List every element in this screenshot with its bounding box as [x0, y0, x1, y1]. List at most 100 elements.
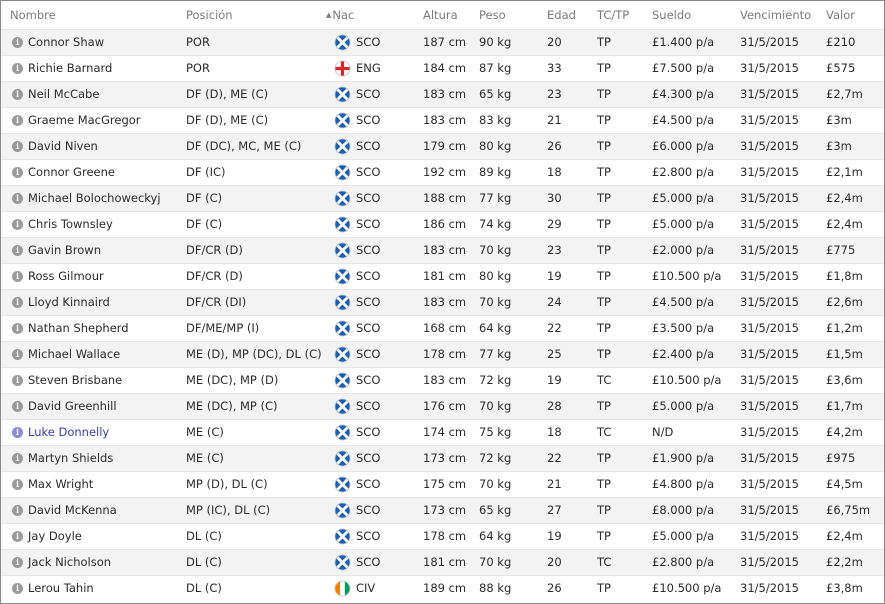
- table-row[interactable]: i Michael Wallace ME (D), MP (DC), DL (C) S…: [1, 341, 884, 367]
- column-header-sueldo[interactable]: Sueldo: [652, 1, 691, 29]
- table-row[interactable]: i Jay Doyle DL (C) SCO 178 cm 64 kg 19 TP £5.000…: [1, 523, 884, 549]
- player-age: 21: [547, 477, 562, 491]
- player-name[interactable]: Connor Shaw: [28, 30, 104, 55]
- info-icon[interactable]: i: [12, 167, 23, 178]
- info-icon[interactable]: i: [12, 505, 23, 516]
- table-row[interactable]: i David McKenna MP (IC), DL (C) SCO 173 cm 65…: [1, 497, 884, 523]
- player-age: 28: [547, 399, 562, 413]
- table-row[interactable]: i Graeme MacGregor DF (D), ME (C) SCO 183 cm…: [1, 107, 884, 133]
- table-row[interactable]: i Michael Bolochoweckyj DF (C) SCO 188 cm 77 …: [1, 185, 884, 211]
- player-contract-type: TP: [597, 399, 611, 413]
- table-row[interactable]: i Max Wright MP (D), DL (C) SCO 175 cm 70 kg 2…: [1, 471, 884, 497]
- column-header-nombre[interactable]: Nombre: [10, 1, 56, 29]
- table-row[interactable]: i Jack Nicholson DL (C) SCO 181 cm 70 kg 20 TC £…: [1, 549, 884, 575]
- table-row[interactable]: i Connor Greene DF (IC) SCO 192 cm 89 kg 18 TP £…: [1, 159, 884, 185]
- table-row[interactable]: i Steven Brisbane ME (DC), MP (D) SCO 183 cm…: [1, 367, 884, 393]
- info-icon[interactable]: i: [12, 401, 23, 412]
- player-name[interactable]: Ross Gilmour: [28, 264, 104, 289]
- info-icon[interactable]: i: [12, 245, 23, 256]
- player-name[interactable]: David Greenhill: [28, 394, 117, 419]
- info-icon[interactable]: i: [12, 141, 23, 152]
- info-icon[interactable]: i: [12, 427, 23, 438]
- player-nationality: SCO: [356, 529, 381, 543]
- player-name[interactable]: Neil McCabe: [28, 82, 99, 107]
- table-row[interactable]: i Luke Donnelly ME (C) SCO 174 cm 75 kg 18 TC N/…: [1, 419, 884, 445]
- player-position: DL (C): [186, 555, 222, 569]
- player-weight: 70 kg: [479, 243, 512, 257]
- player-height: 183 cm: [423, 113, 467, 127]
- table-row[interactable]: i Ross Gilmour DF/CR (D) SCO 181 cm 80 kg 19 TP…: [1, 263, 884, 289]
- squad-table: Nombre Posición ▲Nac Altura Peso Edad TC…: [0, 0, 885, 604]
- player-name[interactable]: Jack Nicholson: [28, 550, 111, 575]
- table-row[interactable]: i Martyn Shields ME (C) SCO 173 cm 72 kg 22 TP £…: [1, 445, 884, 471]
- player-nationality: SCO: [356, 425, 381, 439]
- info-icon[interactable]: i: [12, 375, 23, 386]
- column-header-valor[interactable]: Valor: [826, 1, 855, 29]
- table-row[interactable]: i Neil McCabe DF (D), ME (C) SCO 183 cm 65 kg…: [1, 81, 884, 107]
- scotland-flag-icon: [334, 34, 351, 51]
- player-age: 19: [547, 529, 562, 543]
- info-icon[interactable]: i: [12, 349, 23, 360]
- player-name[interactable]: Michael Bolochoweckyj: [28, 186, 161, 211]
- info-icon[interactable]: i: [12, 115, 23, 126]
- player-name[interactable]: Lloyd Kinnaird: [28, 290, 110, 315]
- info-icon[interactable]: i: [12, 453, 23, 464]
- player-name[interactable]: David McKenna: [28, 498, 117, 523]
- info-icon[interactable]: i: [12, 89, 23, 100]
- info-icon[interactable]: i: [12, 297, 23, 308]
- player-height: 183 cm: [423, 87, 467, 101]
- player-name[interactable]: Steven Brisbane: [28, 368, 122, 393]
- column-header-nac[interactable]: ▲Nac: [326, 1, 354, 29]
- player-age: 22: [547, 321, 562, 335]
- player-name[interactable]: Martyn Shields: [28, 446, 113, 471]
- column-header-posicion[interactable]: Posición: [186, 1, 233, 29]
- table-row[interactable]: i Chris Townsley DF (C) SCO 186 cm 74 kg 29 TP £…: [1, 211, 884, 237]
- player-name[interactable]: Luke Donnelly: [28, 420, 109, 445]
- column-header-vencimiento[interactable]: Vencimiento: [740, 1, 811, 29]
- player-name[interactable]: Graeme MacGregor: [28, 108, 141, 133]
- table-row[interactable]: i Nathan Shepherd DF/ME/MP (I) SCO 168 cm 64 …: [1, 315, 884, 341]
- table-row[interactable]: i Connor Shaw POR SCO 187 cm 90 kg 20 TP £1.400 …: [1, 29, 884, 55]
- column-header-tctp[interactable]: TC/TP: [597, 1, 629, 29]
- table-row[interactable]: i Richie Barnard POR ENG 184 cm 87 kg 33 TP £7.5…: [1, 55, 884, 81]
- player-name[interactable]: Jay Doyle: [28, 524, 82, 549]
- table-row[interactable]: i David Greenhill ME (DC), MP (C) SCO 176 cm…: [1, 393, 884, 419]
- player-age: 21: [547, 113, 562, 127]
- info-icon[interactable]: i: [12, 557, 23, 568]
- player-wage: £4.300 p/a: [652, 87, 715, 101]
- column-header-altura[interactable]: Altura: [423, 1, 458, 29]
- player-name[interactable]: Lerou Tahin: [28, 576, 94, 601]
- player-wage: £5.000 p/a: [652, 529, 715, 543]
- table-row[interactable]: i David Niven DF (DC), MC, ME (C) SCO 179 cm…: [1, 133, 884, 159]
- player-nationality: SCO: [356, 35, 381, 49]
- info-icon[interactable]: i: [12, 479, 23, 490]
- info-icon[interactable]: i: [12, 63, 23, 74]
- player-name[interactable]: Gavin Brown: [28, 238, 101, 263]
- table-row[interactable]: i Lerou Tahin DL (C) CIV 189 cm 88 kg 26 TP £10.…: [1, 575, 884, 601]
- column-header-edad[interactable]: Edad: [547, 1, 576, 29]
- table-row[interactable]: i Lloyd Kinnaird DF/CR (DI) SCO 183 cm 70 kg 2…: [1, 289, 884, 315]
- player-name[interactable]: Max Wright: [28, 472, 93, 497]
- player-name[interactable]: David Niven: [28, 134, 98, 159]
- info-icon[interactable]: i: [12, 323, 23, 334]
- column-header-peso[interactable]: Peso: [479, 1, 506, 29]
- player-weight: 83 kg: [479, 113, 512, 127]
- player-name[interactable]: Richie Barnard: [28, 56, 112, 81]
- table-row[interactable]: i Gavin Brown DF/CR (D) SCO 183 cm 70 kg 23 TP £…: [1, 237, 884, 263]
- player-contract-expiry: 31/5/2015: [740, 243, 799, 257]
- england-flag-icon: [334, 60, 351, 77]
- player-value: £975: [826, 451, 856, 465]
- player-name[interactable]: Michael Wallace: [28, 342, 120, 367]
- player-height: 175 cm: [423, 477, 467, 491]
- player-name[interactable]: Nathan Shepherd: [28, 316, 129, 341]
- player-name[interactable]: Connor Greene: [28, 160, 115, 185]
- player-contract-type: TP: [597, 451, 611, 465]
- info-icon[interactable]: i: [12, 531, 23, 542]
- info-icon[interactable]: i: [12, 219, 23, 230]
- info-icon[interactable]: i: [12, 271, 23, 282]
- info-icon[interactable]: i: [12, 583, 23, 594]
- info-icon[interactable]: i: [12, 37, 23, 48]
- player-contract-type: TP: [597, 113, 611, 127]
- player-name[interactable]: Chris Townsley: [28, 212, 113, 237]
- info-icon[interactable]: i: [12, 193, 23, 204]
